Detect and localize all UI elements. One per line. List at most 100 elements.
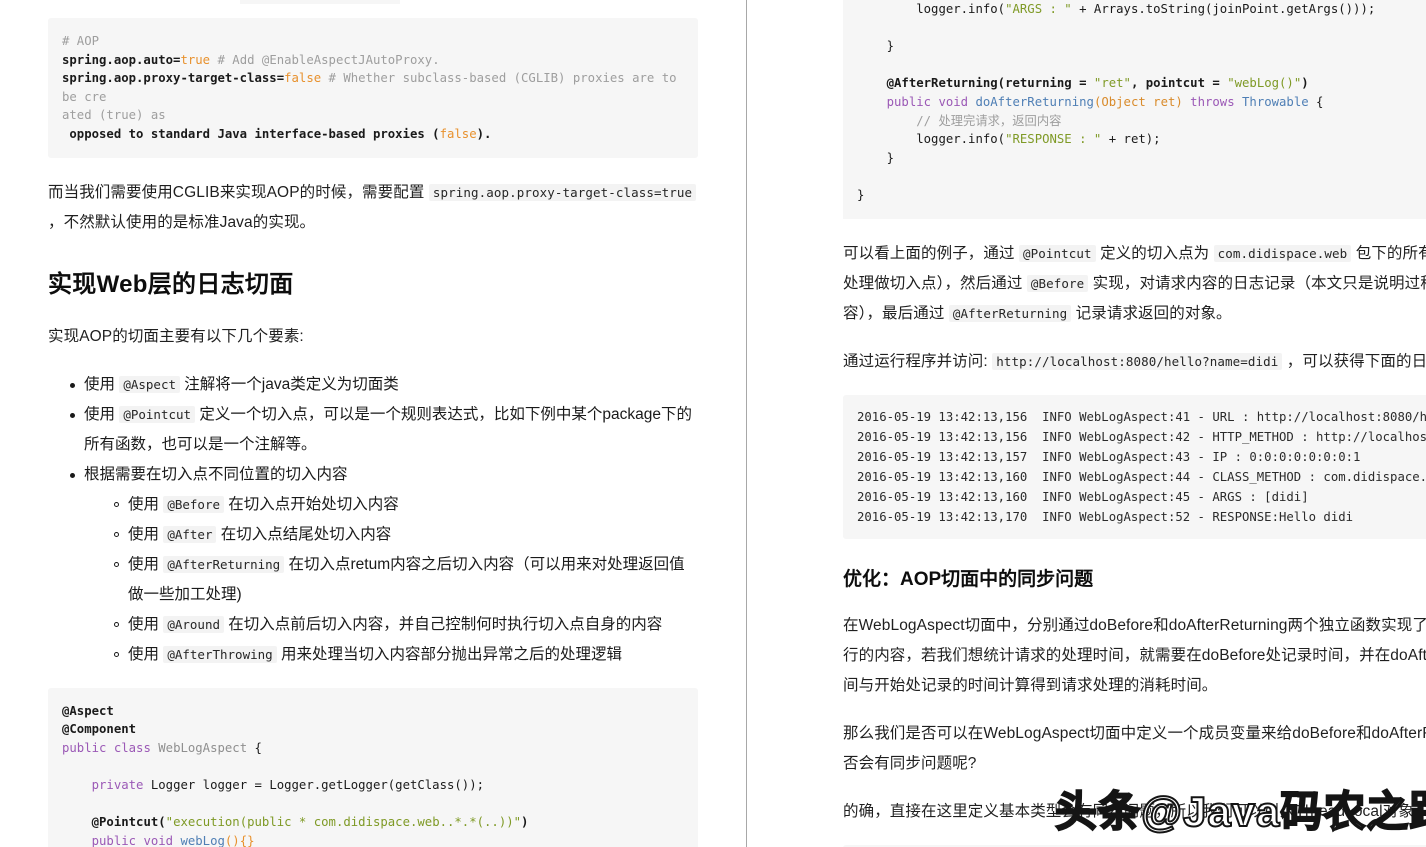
inline-code-pointcut-2: @Pointcut <box>1019 244 1096 262</box>
kw-class: class <box>113 740 151 755</box>
log-line: 2016-05-19 13:42:13,156 INFO WebLogAspec… <box>857 409 1426 424</box>
log-line: 2016-05-19 13:42:13,160 INFO WebLogAspec… <box>857 469 1426 484</box>
args-log-string: "ARGS : " <box>1005 2 1072 16</box>
list-item: 使用 @AfterReturning 在切入点retum内容之后切入内容（可以用… <box>114 550 698 610</box>
log-line: 2016-05-19 13:42:13,160 INFO WebLogAspec… <box>857 489 1309 504</box>
class-name-weblogaspect: WebLogAspect <box>158 740 248 755</box>
prop-opposed-a: opposed to standard Java interface-based… <box>62 126 440 141</box>
list-item: 使用 @AfterThrowing 用来处理当切入内容部分抛出异常之后的处理逻辑 <box>114 640 698 670</box>
comment-done-request: // 处理完请求，返回内容 <box>916 113 1062 128</box>
code-comment-aop: # AOP <box>62 34 100 48</box>
heading-weblog-aspect: 实现Web层的日志切面 <box>48 270 294 298</box>
example-text-2: 定义的切入点为 <box>1095 244 1214 262</box>
bullet-post: 根据需要在切入点不同位置的切入内容 <box>84 465 348 483</box>
list-item: 使用 @Pointcut 定义一个切入点，可以是一个规则表达式，比如下例中某个p… <box>70 400 698 460</box>
response-log-b: + ret); <box>1101 132 1161 147</box>
kw-private: private <box>91 777 144 792</box>
run-text-b: ，可以获得下面的日志输出 <box>1286 352 1426 370</box>
inline-code-hello-url: http://localhost:8080/hello?name=didi <box>992 352 1283 370</box>
closing-brace-2: } <box>886 150 895 165</box>
cglib-text-b: ，不然默认使用的是标准Java的实现。 <box>48 213 316 231</box>
list-item: 使用 @Before 在切入点开始处切入内容 <box>114 490 698 520</box>
closing-brace-3: } <box>857 187 865 202</box>
log-line: 2016-05-19 13:42:13,170 INFO WebLogAspec… <box>857 509 1354 524</box>
annotation-aspect: @Aspect <box>62 703 114 718</box>
afterreturning-close: ) <box>1301 76 1309 91</box>
bullet-pre: 使用 <box>84 405 120 423</box>
weblog-method-name: webLog <box>180 833 225 847</box>
response-log-string: "RESPONSE : " <box>1005 132 1102 147</box>
list-item: 根据需要在切入点不同位置的切入内容 使用 @Before 在切入点开始处切入内容… <box>70 460 698 670</box>
inline-code-package: com.didispace.web <box>1213 244 1352 262</box>
paragraph-aop-elements: 实现AOP的切面主要有以下几个要素: <box>48 327 304 345</box>
prop-comment-cont: ated (true) as <box>62 108 166 123</box>
doafterreturning-kw: public void <box>886 94 976 109</box>
right-content: logger.info("ARGS : " + Arrays.toString(… <box>747 0 1426 847</box>
weblog-signature-kw: public void <box>91 833 181 847</box>
annotation-pointcut: @Pointcut( <box>91 815 166 830</box>
inline-code-before: @Before <box>163 495 224 513</box>
sub-pre: 使用 <box>128 525 164 543</box>
args-log-b: + Arrays.toString(joinPoint.getArgs())); <box>1071 2 1376 16</box>
inline-code-pointcut: @Pointcut <box>119 405 196 423</box>
left-page-column: # AOP spring.aop.auto=true # Add @Enable… <box>0 0 747 847</box>
right-page-column: logger.info("ARGS : " + Arrays.toString(… <box>747 0 1426 847</box>
bullet-pre: 使用 <box>84 375 120 393</box>
log-line: 2016-05-19 13:42:13,157 INFO WebLogAspec… <box>857 449 1361 464</box>
prop-key-auto: spring.aop.auto= <box>62 52 181 67</box>
sub-post: 用来处理当切入内容部分抛出异常之后的处理逻辑 <box>276 645 622 663</box>
prop-opposed-val: false <box>439 126 477 141</box>
inline-code-around: @Around <box>163 615 224 633</box>
list-item: 使用 @After 在切入点结尾处切入内容 <box>114 520 698 550</box>
bullet-post: 注解将一个java类定义为切面类 <box>180 375 399 393</box>
sub-post: 在切入点结尾处切入内容 <box>216 525 392 543</box>
pointcut-close-paren: ) <box>521 815 529 830</box>
afterreturning-mid: , pointcut = <box>1130 76 1228 91</box>
top-code-fragment <box>240 0 400 4</box>
brace-open: { <box>254 740 262 755</box>
sub-post: 在切入点前后切入内容，并自己控制何时执行切入点自身的内容 <box>224 615 663 633</box>
prop-opposed-b: ). <box>476 126 492 141</box>
inline-code-afterthrowing: @AfterThrowing <box>163 645 277 663</box>
sub-pre: 使用 <box>128 555 164 573</box>
logger-declaration: Logger logger = Logger.getLogger(getClas… <box>150 777 485 792</box>
response-log-a: logger.info( <box>916 132 1006 147</box>
args-log-a: logger.info( <box>916 2 1006 16</box>
doafterreturning-args: (Object ret) <box>1093 94 1183 109</box>
doafterreturning-throws: throws <box>1182 94 1243 109</box>
heading-optimize-sync: 优化：AOP切面中的同步问题 <box>843 568 1094 590</box>
list-item: 使用 @Aspect 注解将一个java类定义为切面类 <box>70 370 698 400</box>
example-text-5: 记录请求返回的对象。 <box>1071 304 1232 322</box>
sub-pre: 使用 <box>128 645 164 663</box>
doafterreturning-throwable: Throwable <box>1242 94 1309 109</box>
weblog-method-body: (){} <box>224 833 255 847</box>
document-page: # AOP spring.aop.auto=true # Add @Enable… <box>0 0 1426 847</box>
prop-val-auto: true <box>180 52 211 67</box>
prop-val-proxy: false <box>284 71 322 86</box>
paragraph-sync-question: 那么我们是否可以在WebLogAspect切面中定义一个成员变量来给doBefo… <box>843 724 1426 772</box>
advice-sublist: 使用 @Before 在切入点开始处切入内容 使用 @After 在切入点结尾处… <box>84 490 698 670</box>
list-item: 使用 @Around 在切入点前后切入内容，并自己控制何时执行切入点自身的内容 <box>114 610 698 640</box>
closing-brace-1: } <box>886 39 895 54</box>
example-text-1: 可以看上面的例子，通过 <box>843 244 1020 262</box>
aop-elements-list: 使用 @Aspect 注解将一个java类定义为切面类 使用 @Pointcut… <box>48 370 698 670</box>
paragraph-run-access: 通过运行程序并访问: http://localhost:8080/hello?n… <box>843 347 1426 377</box>
inline-code-after: @After <box>163 525 217 543</box>
inline-code-afterreturning-2: @AfterReturning <box>948 304 1072 322</box>
afterreturning-code-block: logger.info("ARGS : " + Arrays.toString(… <box>843 0 1426 219</box>
kw-public: public <box>62 740 107 755</box>
annotation-afterreturning: @AfterReturning(returning = <box>886 76 1094 91</box>
cglib-text-a: 而当我们需要使用CGLIB来实现AOP的时候，需要配置 <box>48 183 429 201</box>
annotation-component: @Component <box>62 722 137 737</box>
prop-key-proxy: spring.aop.proxy-target-class= <box>62 71 285 86</box>
doafterreturning-brace: { <box>1308 94 1324 109</box>
prop-comment-auto: # Add @EnableAspectJAutoProxy. <box>210 52 440 67</box>
sub-pre: 使用 <box>128 615 164 633</box>
paragraph-sync-explanation: 在WebLogAspect切面中，分别通过doBefore和doAfterRet… <box>843 616 1426 694</box>
inline-code-proxy-target: spring.aop.proxy-target-class=true <box>428 183 697 201</box>
pointcut-expression: "execution(public * com.didispace.web..*… <box>165 815 522 830</box>
weblogaspect-code-block: @Aspect @Component public class WebLogAs… <box>48 687 698 847</box>
inline-code-before-2: @Before <box>1026 274 1089 292</box>
left-content: # AOP spring.aop.auto=true # Add @Enable… <box>0 18 746 847</box>
afterreturning-pointcut: "webLog()" <box>1227 76 1302 91</box>
